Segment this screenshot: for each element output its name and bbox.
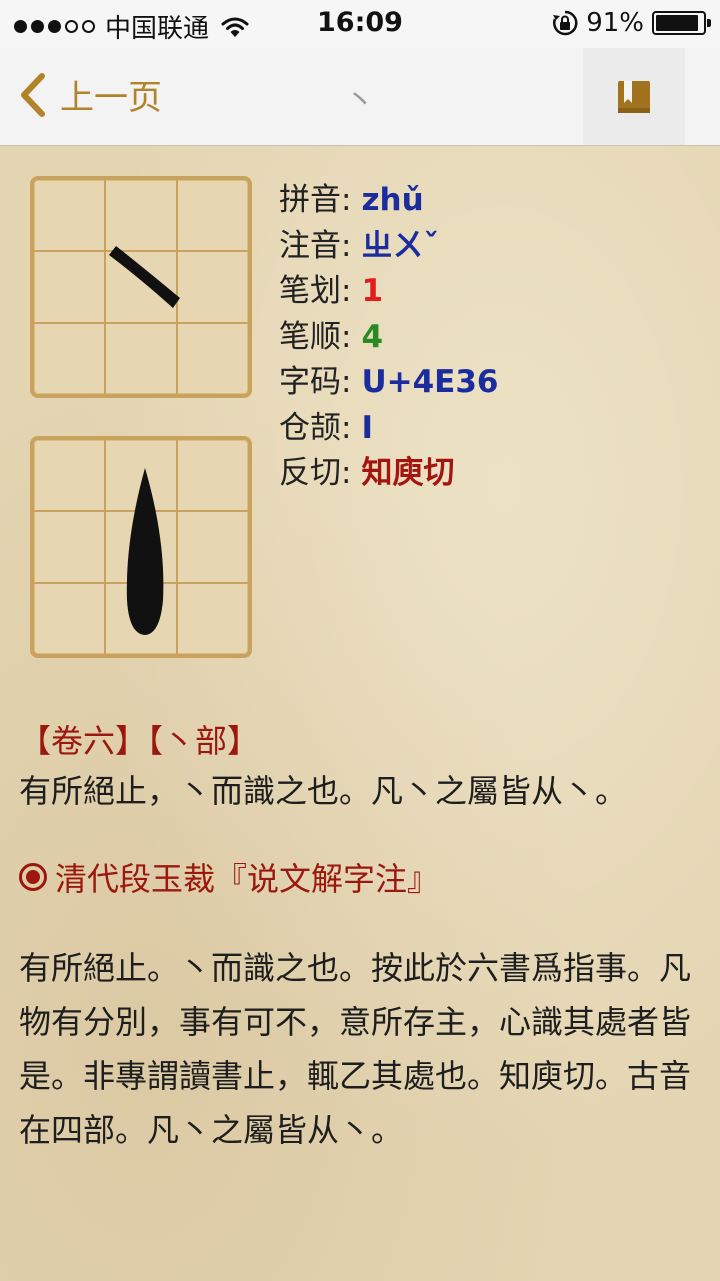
annotation-text: 有所絕止。丶而識之也。按此於六書爲指事。凡物有分別，事有可不，意所存主，心識其處…	[19, 949, 692, 1149]
book-icon	[618, 80, 650, 113]
info-row: 字码: U+4E36	[279, 360, 499, 406]
info-value: ㄓㄨˇ	[361, 227, 439, 264]
info-label: 注音:	[279, 227, 352, 264]
info-label: 仓颉:	[279, 409, 352, 446]
info-value: 1	[361, 273, 384, 309]
info-label: 拼音:	[279, 182, 352, 218]
navigation-bar: 上一页 丶	[0, 48, 720, 146]
character-detail: 拼音: zhǔ 注音: ㄓㄨˇ 笔划: 1 笔顺: 4 字码: U+4E36 仓颉: I 反切: 知庾切 …	[0, 146, 720, 1281]
annotation-heading-text: 清代段玉裁『说文解字注』	[55, 860, 440, 898]
status-right: 91%	[552, 8, 711, 38]
info-row: 注音: ㄓㄨˇ	[279, 224, 499, 270]
battery-percent: 91%	[586, 8, 644, 38]
info-label: 反切:	[279, 455, 352, 491]
rotation-lock-icon	[553, 10, 578, 36]
dot-stroke-glyph	[109, 246, 180, 308]
info-row: 拼音: zhǔ	[279, 178, 499, 224]
grid-lines	[34, 180, 248, 394]
battery-icon	[652, 11, 711, 35]
info-label: 笔划:	[279, 273, 352, 309]
info-label: 字码:	[279, 364, 352, 400]
grid-lines	[34, 440, 248, 654]
shuowen-text: 有所絕止，丶而識之也。凡丶之屬皆从丶。	[19, 772, 628, 810]
kaishu-glyph-grid	[30, 176, 252, 398]
info-label: 笔顺:	[279, 318, 352, 355]
character-info-list: 拼音: zhǔ 注音: ㄓㄨˇ 笔划: 1 笔顺: 4 字码: U+4E36 仓颉: I 反切: 知庾切	[279, 178, 499, 497]
info-row: 笔划: 1	[279, 269, 499, 315]
bookmark-button[interactable]	[583, 48, 685, 145]
status-bar: 中国联通 16:09 91%	[0, 0, 720, 48]
target-bullet-icon	[19, 863, 47, 891]
info-row: 反切: 知庾切	[279, 451, 499, 497]
info-row: 笔顺: 4	[279, 315, 499, 361]
info-value: I	[361, 409, 373, 446]
annotation-heading: 清代段玉裁『说文解字注』	[19, 854, 439, 900]
shuowen-heading: 【卷六】【丶部】	[19, 722, 260, 760]
info-row: 仓颉: I	[279, 406, 499, 452]
seal-script-glyph	[126, 468, 164, 635]
info-value: 4	[361, 318, 384, 355]
info-value: U+4E36	[361, 364, 499, 400]
info-value: 知庾切	[361, 455, 455, 491]
info-value: zhǔ	[361, 182, 424, 218]
seal-glyph-grid	[30, 436, 252, 658]
